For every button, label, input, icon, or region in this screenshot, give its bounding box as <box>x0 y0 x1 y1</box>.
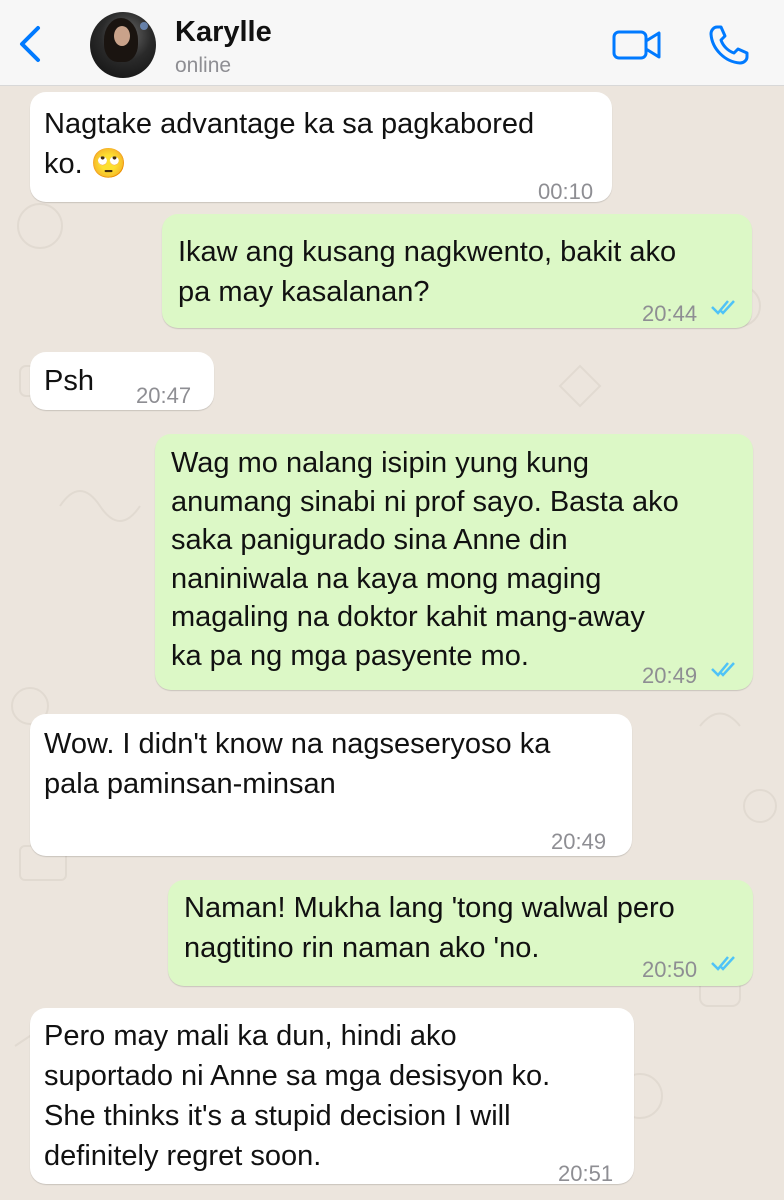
message-text: Pero may mali ka dun, hindi ako suportad… <box>44 1020 551 1172</box>
message-time: 20:51 <box>558 1161 614 1186</box>
message-bubble-incoming[interactable]: Nagtake advantage ka sa pagkabored ko. 🙄… <box>30 92 612 204</box>
read-receipt-icon <box>711 300 735 315</box>
read-receipt-icon <box>711 662 735 677</box>
message-text: Wag mo nalang isipin yung kung anumang s… <box>171 447 679 672</box>
message-text: Psh <box>44 365 94 397</box>
message-bubble-incoming[interactable]: Pero may mali ka dun, hindi ako suportad… <box>30 1008 634 1186</box>
message-time: 00:10 <box>538 179 594 204</box>
read-receipt-icon <box>711 956 735 971</box>
video-call-icon[interactable] <box>612 28 662 62</box>
message-bubble-incoming[interactable]: Wow. I didn't know na nagseseryoso ka pa… <box>30 714 632 856</box>
message-bubble-incoming[interactable]: Psh 20:47 <box>30 352 214 410</box>
message-time: 20:49 <box>642 663 698 688</box>
message-list[interactable]: Nagtake advantage ka sa pagkabored ko. 🙄… <box>0 86 784 1200</box>
contact-name[interactable]: Karylle <box>175 16 272 49</box>
message-text: Naman! Mukha lang 'tong walwal pero nagt… <box>184 892 675 964</box>
message-text: Ikaw ang kusang nagkwento, bakit ako pa … <box>178 236 677 308</box>
message-bubble-outgoing[interactable]: Wag mo nalang isipin yung kung anumang s… <box>155 434 753 690</box>
message-bubble-outgoing[interactable]: Naman! Mukha lang 'tong walwal pero nagt… <box>168 880 753 986</box>
message-text: Nagtake advantage ka sa pagkabored ko. 🙄 <box>44 108 535 180</box>
message-time: 20:44 <box>642 301 698 326</box>
message-bubble-outgoing[interactable]: Ikaw ang kusang nagkwento, bakit ako pa … <box>162 214 752 328</box>
message-time: 20:49 <box>551 829 607 854</box>
message-time: 20:47 <box>136 383 192 408</box>
phone-call-icon[interactable] <box>708 24 750 66</box>
message-text: Wow. I didn't know na nagseseryoso ka pa… <box>44 728 551 800</box>
chat-header: Karylle online <box>0 0 784 86</box>
avatar[interactable] <box>90 12 156 78</box>
back-chevron-icon[interactable] <box>16 24 46 64</box>
message-time: 20:50 <box>642 957 698 982</box>
contact-status: online <box>175 54 232 77</box>
